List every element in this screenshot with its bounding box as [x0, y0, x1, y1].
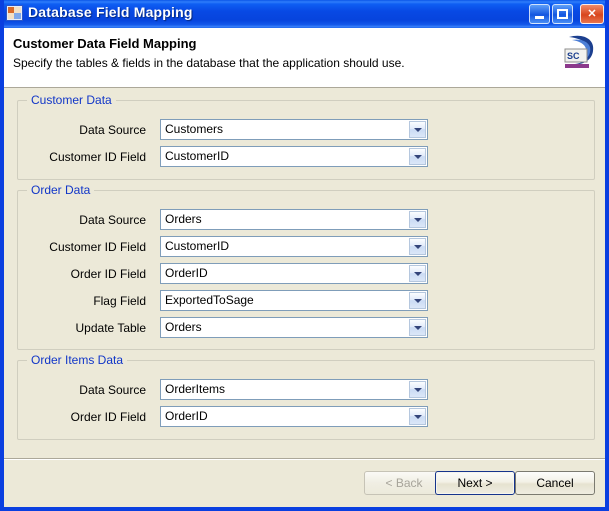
field-row: Customer ID Field CustomerID: [18, 146, 594, 168]
chevron-down-icon: [413, 298, 422, 303]
window-title: Database Field Mapping: [28, 4, 193, 20]
dialog-window: Database Field Mapping ✕ Customer Data F…: [0, 0, 609, 511]
field-label: Order ID Field: [70, 410, 146, 424]
combobox-dropdown-button[interactable]: [409, 148, 426, 165]
field-label: Order ID Field: [70, 267, 146, 281]
chevron-down-icon: [413, 154, 422, 159]
wizard-header: Customer Data Field Mapping Specify the …: [4, 28, 605, 88]
svg-text:SC: SC: [567, 51, 580, 61]
chevron-down-icon: [413, 217, 422, 222]
combobox-value: ExportedToSage: [165, 293, 254, 307]
maximize-icon: [557, 9, 568, 19]
chevron-down-icon: [413, 387, 422, 392]
chevron-down-icon: [413, 414, 422, 419]
combobox-value: CustomerID: [165, 239, 230, 253]
combobox-order-data-source[interactable]: Orders: [160, 209, 428, 230]
group-order-items-data: Order Items Data Data Source OrderItems …: [17, 353, 595, 440]
combobox-order-items-order-id-field[interactable]: OrderID: [160, 406, 428, 427]
field-label: Customer ID Field: [49, 240, 146, 254]
field-row: Customer ID Field CustomerID: [18, 236, 594, 258]
combobox-customer-id-field[interactable]: CustomerID: [160, 146, 428, 167]
combobox-customer-data-source[interactable]: Customers: [160, 119, 428, 140]
combobox-value: Orders: [165, 212, 202, 226]
cancel-button[interactable]: Cancel: [515, 471, 595, 495]
combobox-dropdown-button[interactable]: [409, 121, 426, 138]
combobox-dropdown-button[interactable]: [409, 238, 426, 255]
combobox-value: OrderItems: [165, 382, 226, 396]
combobox-order-customer-id-field[interactable]: CustomerID: [160, 236, 428, 257]
field-row: Order ID Field OrderID: [18, 406, 594, 428]
group-legend: Order Data: [27, 183, 95, 197]
field-label: Data Source: [79, 213, 146, 227]
back-button[interactable]: < Back: [364, 471, 444, 495]
footer-separator: [4, 458, 605, 460]
form-window-icon: [6, 5, 23, 21]
combobox-value: OrderID: [165, 266, 208, 280]
group-customer-data: Customer Data Data Source Customers Cust…: [17, 93, 595, 180]
field-row: Flag Field ExportedToSage: [18, 290, 594, 312]
combobox-value: CustomerID: [165, 149, 230, 163]
page-title: Customer Data Field Mapping: [13, 36, 197, 51]
close-button[interactable]: ✕: [580, 4, 604, 24]
combobox-value: OrderID: [165, 409, 208, 423]
group-legend: Customer Data: [27, 93, 116, 107]
combobox-dropdown-button[interactable]: [409, 292, 426, 309]
combobox-update-table[interactable]: Orders: [160, 317, 428, 338]
combobox-order-items-data-source[interactable]: OrderItems: [160, 379, 428, 400]
page-subtitle: Specify the tables & fields in the datab…: [13, 56, 405, 70]
field-row: Data Source Orders: [18, 209, 594, 231]
field-row: Update Table Orders: [18, 317, 594, 339]
group-legend: Order Items Data: [27, 353, 128, 367]
next-button[interactable]: Next >: [435, 471, 515, 495]
minimize-button[interactable]: [529, 4, 550, 24]
field-label: Data Source: [79, 123, 146, 137]
chevron-down-icon: [413, 127, 422, 132]
combobox-dropdown-button[interactable]: [409, 408, 426, 425]
combobox-dropdown-button[interactable]: [409, 211, 426, 228]
field-label: Customer ID Field: [49, 150, 146, 164]
combobox-dropdown-button[interactable]: [409, 381, 426, 398]
chevron-down-icon: [413, 325, 422, 330]
title-bar[interactable]: Database Field Mapping ✕: [4, 0, 605, 28]
field-label: Flag Field: [93, 294, 146, 308]
combobox-dropdown-button[interactable]: [409, 265, 426, 282]
combobox-value: Customers: [165, 122, 224, 136]
field-label: Data Source: [79, 383, 146, 397]
maximize-button[interactable]: [552, 4, 573, 24]
combobox-order-id-field[interactable]: OrderID: [160, 263, 428, 284]
field-row: Order ID Field OrderID: [18, 263, 594, 285]
application-logo: SC: [564, 35, 594, 68]
close-icon: ✕: [587, 7, 597, 20]
combobox-dropdown-button[interactable]: [409, 319, 426, 336]
dialog-client-area: Customer Data Field Mapping Specify the …: [4, 28, 605, 507]
combobox-flag-field[interactable]: ExportedToSage: [160, 290, 428, 311]
group-order-data: Order Data Data Source Orders Customer I…: [17, 183, 595, 350]
field-row: Data Source Customers: [18, 119, 594, 141]
field-row: Data Source OrderItems: [18, 379, 594, 401]
minimize-icon: [535, 16, 544, 19]
combobox-value: Orders: [165, 320, 202, 334]
chevron-down-icon: [413, 271, 422, 276]
chevron-down-icon: [413, 244, 422, 249]
field-label: Update Table: [75, 321, 147, 335]
